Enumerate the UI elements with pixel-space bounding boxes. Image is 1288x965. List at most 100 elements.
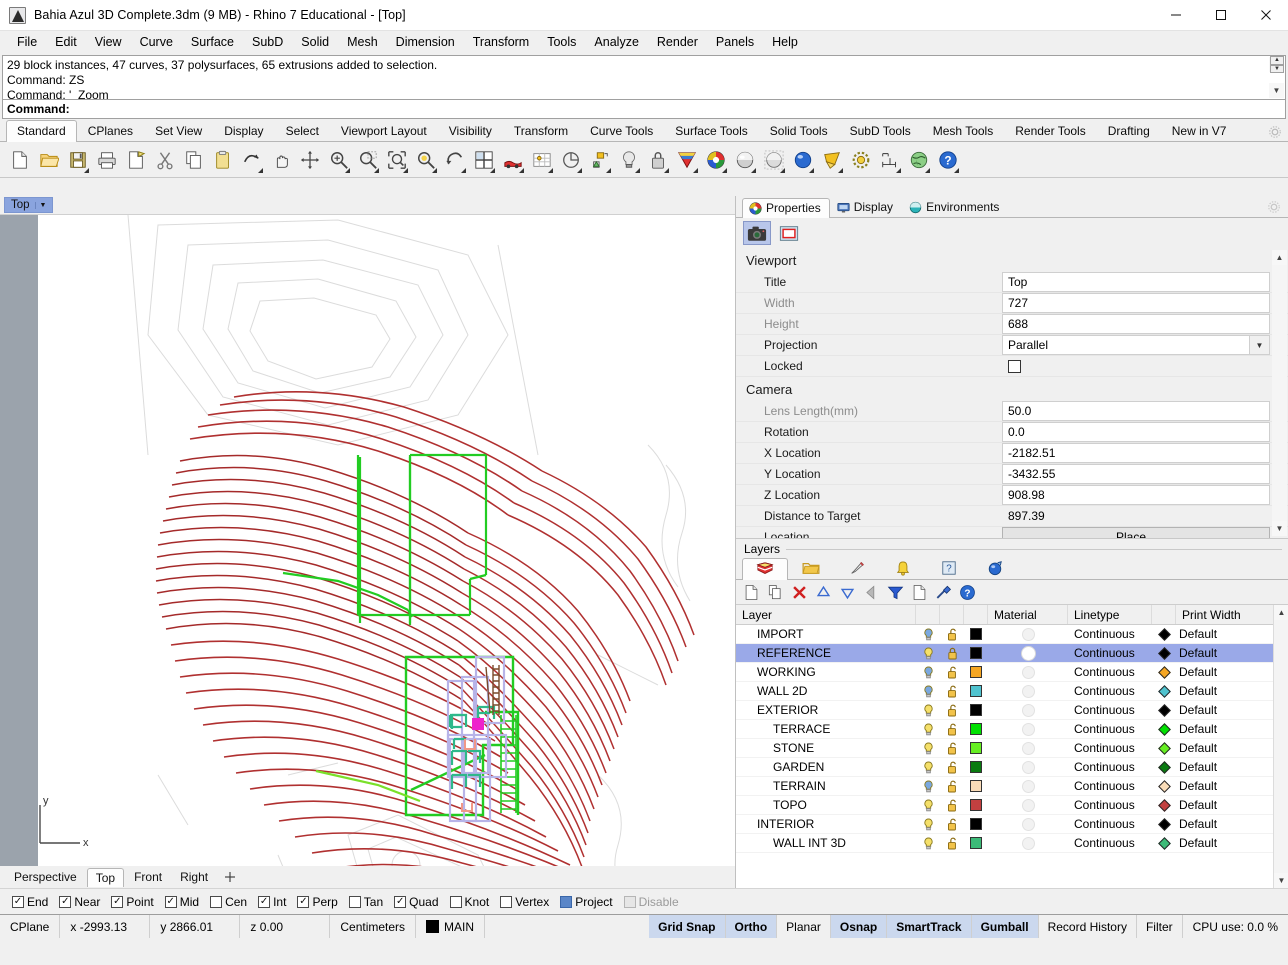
cplane-icon[interactable] xyxy=(586,145,613,175)
layer-name-cell[interactable]: ⱟ WALL INT 3D xyxy=(736,834,916,852)
linetype-tab-icon[interactable] xyxy=(834,557,880,579)
layer-print-width[interactable]: Default xyxy=(1176,758,1261,776)
dimension-icon[interactable] xyxy=(876,145,903,175)
layer-print-width[interactable]: Default xyxy=(1176,625,1261,643)
property-value-field[interactable]: 908.98 xyxy=(1002,485,1270,505)
checkbox-box[interactable] xyxy=(500,896,512,908)
table-row[interactable]: WALL 2D Continuous Default xyxy=(736,682,1288,701)
layer-linetype[interactable]: Continuous xyxy=(1068,625,1152,643)
table-row[interactable]: GARDEN Continuous Default xyxy=(736,758,1288,777)
view-tab-perspective[interactable]: Perspective xyxy=(6,868,85,886)
checkbox-box[interactable]: ✓ xyxy=(258,896,270,908)
layer-visibility-icon[interactable] xyxy=(916,739,940,757)
osnap-mid[interactable]: ✓ Mid xyxy=(161,893,203,911)
flyout-arrow-icon[interactable] xyxy=(519,168,524,173)
checkbox-box[interactable] xyxy=(624,896,636,908)
layer-lock-icon[interactable] xyxy=(940,815,964,833)
layer-print-color[interactable] xyxy=(1152,682,1176,700)
viewport-top[interactable]: x y xyxy=(0,214,735,888)
layer-name-cell[interactable]: STONE xyxy=(736,739,916,757)
shaded-view-icon[interactable] xyxy=(731,145,758,175)
layer-color-swatch[interactable] xyxy=(964,815,988,833)
layer-color-swatch[interactable] xyxy=(964,834,988,852)
osnap-point[interactable]: ✓ Point xyxy=(107,893,157,911)
layer-print-width[interactable]: Default xyxy=(1176,834,1261,852)
menu-help[interactable]: Help xyxy=(763,33,807,51)
layer-name-cell[interactable]: REFERENCE xyxy=(736,644,916,662)
checkbox-box[interactable]: ✓ xyxy=(59,896,71,908)
camera-properties-icon[interactable] xyxy=(743,221,771,245)
delete-layer-icon[interactable] xyxy=(790,583,809,602)
chevron-down-icon[interactable]: ▼ xyxy=(35,202,47,209)
property-value-field[interactable]: -2182.51 xyxy=(1002,443,1270,463)
layer-tools-icon[interactable] xyxy=(934,583,953,602)
layer-print-color[interactable] xyxy=(1152,720,1176,738)
osnap-perp[interactable]: ✓ Perp xyxy=(293,893,341,911)
checkbox-box[interactable] xyxy=(450,896,462,908)
layer-lock-icon[interactable] xyxy=(940,758,964,776)
named-view-icon[interactable] xyxy=(499,145,526,175)
named-position-tab-icon[interactable]: ? xyxy=(926,557,972,579)
layer-visibility-icon[interactable] xyxy=(916,720,940,738)
planar-icon[interactable] xyxy=(557,145,584,175)
layer-help-icon[interactable]: ? xyxy=(958,583,977,602)
toolbar-tab-surface-tools[interactable]: Surface Tools xyxy=(664,120,759,141)
column-material[interactable]: Material xyxy=(988,605,1068,624)
layer-name-cell[interactable]: WALL 2D xyxy=(736,682,916,700)
table-row[interactable]: ⱟ WALL INT 3D Continuous Default xyxy=(736,834,1288,853)
layer-material-cell[interactable] xyxy=(988,701,1068,719)
clipping-plane-icon[interactable] xyxy=(818,145,845,175)
viewport-tab-top[interactable]: Top ▼ xyxy=(4,197,53,213)
tab-properties[interactable]: Properties xyxy=(742,198,830,218)
status-toggle-filter[interactable]: Filter xyxy=(1137,915,1183,938)
layer-lock-icon[interactable] xyxy=(940,720,964,738)
flyout-arrow-icon[interactable] xyxy=(548,168,553,173)
toolbar-tab-cplanes[interactable]: CPlanes xyxy=(77,120,144,141)
toolbar-tab-set-view[interactable]: Set View xyxy=(144,120,213,141)
checkbox-box[interactable] xyxy=(349,896,361,908)
menu-surface[interactable]: Surface xyxy=(182,33,243,51)
rotate-view-icon[interactable] xyxy=(441,145,468,175)
layer-print-color[interactable] xyxy=(1152,663,1176,681)
four-viewport-icon[interactable] xyxy=(470,145,497,175)
view-tab-top[interactable]: Top xyxy=(87,868,124,887)
layer-visibility-icon[interactable] xyxy=(916,758,940,776)
layer-print-color[interactable] xyxy=(1152,834,1176,852)
paste-icon[interactable] xyxy=(209,145,236,175)
status-toggle-smarttrack[interactable]: SmartTrack xyxy=(887,915,971,938)
layer-visibility-icon[interactable] xyxy=(916,701,940,719)
minimize-button[interactable] xyxy=(1153,0,1198,31)
flyout-arrow-icon[interactable] xyxy=(258,168,263,173)
scroll-up-icon[interactable]: ▲ xyxy=(1274,605,1288,620)
status-toggle-osnap[interactable]: Osnap xyxy=(831,915,887,938)
layer-material-cell[interactable] xyxy=(988,644,1068,662)
maximize-button[interactable] xyxy=(1198,0,1243,31)
new-layer-icon[interactable] xyxy=(742,583,761,602)
layer-color-swatch[interactable] xyxy=(964,777,988,795)
toolbar-tab-curve-tools[interactable]: Curve Tools xyxy=(579,120,664,141)
flyout-arrow-icon[interactable] xyxy=(461,168,466,173)
layer-name-cell[interactable]: IMPORT xyxy=(736,625,916,643)
layer-visibility-icon[interactable] xyxy=(916,663,940,681)
menu-edit[interactable]: Edit xyxy=(46,33,86,51)
property-value-field[interactable]: Top xyxy=(1002,272,1270,292)
grid-snap-icon[interactable] xyxy=(528,145,555,175)
toolbar-tab-new-in-v7[interactable]: New in V7 xyxy=(1161,120,1238,141)
place-camera-button[interactable]: Place... xyxy=(1002,527,1270,538)
flyout-arrow-icon[interactable] xyxy=(577,168,582,173)
properties-scrollbar[interactable]: ▲ ▼ xyxy=(1272,250,1287,536)
layer-lock-icon[interactable] xyxy=(940,644,964,662)
layer-lock-icon[interactable] xyxy=(940,796,964,814)
layer-print-width[interactable]: Default xyxy=(1176,739,1261,757)
layer-visibility-icon[interactable] xyxy=(916,777,940,795)
zoom-selected-icon[interactable] xyxy=(412,145,439,175)
layer-material-cell[interactable] xyxy=(988,815,1068,833)
spin-up-icon[interactable]: ▲ xyxy=(1270,56,1284,65)
layer-name-cell[interactable]: ⱟ EXTERIOR xyxy=(736,701,916,719)
menu-dimension[interactable]: Dimension xyxy=(387,33,464,51)
checkbox-box[interactable]: ✓ xyxy=(111,896,123,908)
flyout-arrow-icon[interactable] xyxy=(374,168,379,173)
status-cplane[interactable]: CPlane xyxy=(0,915,60,938)
status-toggle-ortho[interactable]: Ortho xyxy=(726,915,778,938)
chevron-down-icon[interactable]: ▼ xyxy=(1249,336,1269,354)
